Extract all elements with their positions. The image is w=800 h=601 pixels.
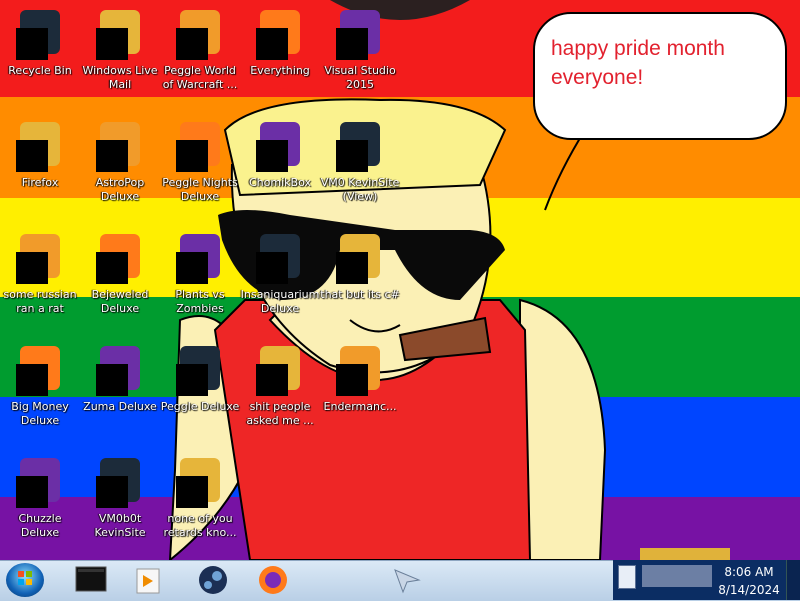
desktop-icon-label: Everything — [250, 64, 310, 77]
clock-date[interactable]: 8/14/2024 — [714, 583, 784, 597]
desktop-icon-firefox[interactable]: Firefox — [0, 120, 80, 220]
desktop-icon-vm0-kevinsite-view[interactable]: VM0 KevinSite (View) — [320, 120, 400, 220]
speech-bubble-text: happy pride month everyone! — [551, 37, 725, 89]
desktop-icon-visual-studio-2015[interactable]: Visual Studio 2015 — [320, 8, 400, 108]
steam-icon — [199, 566, 227, 594]
start-button[interactable] — [6, 563, 44, 597]
desktop-icon-endermanc[interactable]: Endermanc... — [320, 344, 400, 444]
desktop-icon-windows-live-mail[interactable]: Windows Live Mail — [80, 8, 160, 108]
desktop-icon-insaniquarium-deluxe[interactable]: Insaniquarium Deluxe — [240, 232, 320, 332]
desktop-icon-label: Chuzzle Deluxe — [18, 512, 62, 539]
firefox-icon — [259, 566, 287, 594]
redaction-box — [176, 252, 208, 284]
redaction-box — [96, 252, 128, 284]
taskbar-media-player-button[interactable] — [122, 563, 176, 597]
redaction-box — [176, 476, 208, 508]
redaction-box — [96, 140, 128, 172]
redaction-box — [16, 140, 48, 172]
redaction-box — [336, 252, 368, 284]
redaction-box — [256, 140, 288, 172]
desktop-icon-label: Firefox — [21, 176, 59, 189]
desktop-icon-label: Windows Live Mail — [82, 64, 158, 91]
desktop-icon-label: Big Money Deluxe — [11, 400, 69, 427]
desktop-icon-label: Peggle World of Warcraft ... — [162, 64, 238, 91]
desktop-icon-label: Visual Studio 2015 — [324, 64, 396, 91]
desktop-icon-label: Endermanc... — [323, 400, 397, 413]
redaction-box — [16, 476, 48, 508]
desktop-icon-label: Bejeweled Deluxe — [91, 288, 149, 315]
taskbar-terminal-button[interactable] — [64, 563, 118, 597]
desktop-icon-label: Peggle Deluxe — [160, 400, 240, 413]
show-hidden-icons-button[interactable] — [618, 565, 636, 589]
show-desktop-button[interactable] — [786, 560, 800, 600]
desktop-icon-vm0b0t-kevinsite[interactable]: VM0b0t KevinSite — [80, 456, 160, 556]
desktop-icon-plants-vs-zombies[interactable]: Plants vs Zombies — [160, 232, 240, 332]
redaction-box — [16, 252, 48, 284]
desktop-icon-recycle-bin[interactable]: Recycle Bin — [0, 8, 80, 108]
desktop-icon-bejeweled-deluxe[interactable]: Bejeweled Deluxe — [80, 232, 160, 332]
desktop-icon-big-money-deluxe[interactable]: Big Money Deluxe — [0, 344, 80, 444]
redaction-box — [16, 28, 48, 60]
clock-time[interactable]: 8:06 AM — [714, 565, 784, 579]
desktop-icon-label: shit people asked me ... — [246, 400, 314, 427]
redaction-box — [336, 364, 368, 396]
media-player-icon — [136, 568, 160, 594]
desktop-icon-none-of-you-retards-kno[interactable]: none of you retards kno... — [160, 456, 240, 556]
redaction-box — [96, 476, 128, 508]
redaction-box — [16, 364, 48, 396]
desktop-icon-peggle-world-of-warcraft[interactable]: Peggle World of Warcraft ... — [160, 8, 240, 108]
terminal-icon — [75, 566, 107, 592]
desktop-icon-label: none of you retards kno... — [163, 512, 237, 539]
desktop-icon-zuma-deluxe[interactable]: Zuma Deluxe — [80, 344, 160, 444]
redaction-box — [96, 28, 128, 60]
desktop-icon-label: Plants vs Zombies — [175, 288, 225, 315]
desktop-icon-peggle-deluxe[interactable]: Peggle Deluxe — [160, 344, 240, 444]
taskbar-steam-button[interactable] — [186, 563, 240, 597]
redaction-box — [336, 28, 368, 60]
redaction-box — [176, 140, 208, 172]
redaction-box — [336, 140, 368, 172]
desktop-icon-label: Peggle Nights Deluxe — [162, 176, 238, 203]
desktop-icon-label: ChomikBox — [249, 176, 311, 189]
desktop-icon-everything[interactable]: Everything — [240, 8, 320, 108]
redaction-box — [256, 364, 288, 396]
desktop-icon-chomikbox[interactable]: ChomikBox — [240, 120, 320, 220]
desktop-icon-label: some russian ran a rat — [3, 288, 77, 315]
desktop-icon-label: Zuma Deluxe — [83, 400, 157, 413]
desktop-icon-label: Recycle Bin — [8, 64, 72, 77]
tray-notification-icons[interactable] — [642, 565, 712, 587]
desktop-icon-chuzzle-deluxe[interactable]: Chuzzle Deluxe — [0, 456, 80, 556]
desktop-icon-label: that but its c# — [320, 288, 400, 301]
desktop-icon-shit-people-asked-me[interactable]: shit people asked me ... — [240, 344, 320, 444]
desktop-icon-astropop-deluxe[interactable]: AstroPop Deluxe — [80, 120, 160, 220]
redaction-box — [256, 252, 288, 284]
redaction-box — [176, 28, 208, 60]
desktop-icon-that-but-its-c[interactable]: that but its c# — [320, 232, 400, 332]
desktop-icon-peggle-nights-deluxe[interactable]: Peggle Nights Deluxe — [160, 120, 240, 220]
desktop-icon-label: Insaniquarium Deluxe — [240, 288, 320, 315]
redaction-box — [96, 364, 128, 396]
windows-logo-icon — [18, 571, 32, 585]
mouse-cursor-icon — [393, 568, 423, 598]
desktop-icon-some-russian-ran-a-rat[interactable]: some russian ran a rat — [0, 232, 80, 332]
desktop-icon-label: VM0b0t KevinSite — [94, 512, 146, 539]
redaction-box — [176, 364, 208, 396]
taskbar-firefox-button[interactable] — [246, 563, 300, 597]
desktop-icon-label: AstroPop Deluxe — [95, 176, 145, 203]
redaction-box — [256, 28, 288, 60]
desktop-icon-label: VM0 KevinSite (View) — [320, 176, 400, 203]
